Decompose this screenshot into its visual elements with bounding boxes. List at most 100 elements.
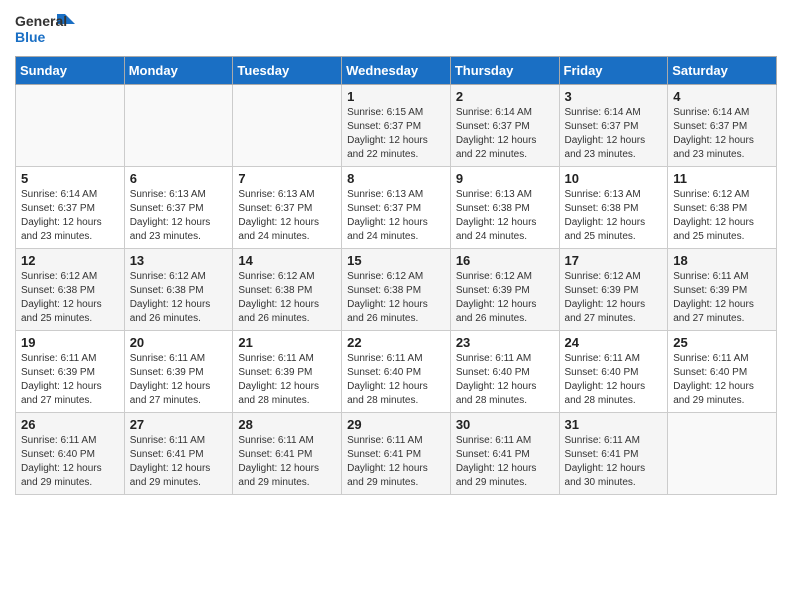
calendar-cell: 11 Sunrise: 6:12 AM Sunset: 6:38 PM Dayli… bbox=[668, 167, 777, 249]
day-info: Sunrise: 6:11 AM Sunset: 6:40 PM Dayligh… bbox=[347, 352, 445, 408]
day-info: Sunrise: 6:11 AM Sunset: 6:40 PM Dayligh… bbox=[456, 352, 554, 408]
week-row-5: 26 Sunrise: 6:11 AM Sunset: 6:40 PM Dayli… bbox=[16, 413, 777, 495]
calendar-cell: 10Sunrise: 6:13 AM Sunset: 6:38 PM Dayli… bbox=[559, 167, 668, 249]
calendar-cell: 14Sunrise: 6:12 AM Sunset: 6:38 PM Dayli… bbox=[233, 249, 342, 331]
calendar-cell: 13 Sunrise: 6:12 AM Sunset: 6:38 PM Dayli… bbox=[124, 249, 233, 331]
calendar-cell: 7 Sunrise: 6:13 AM Sunset: 6:37 PM Daylig… bbox=[233, 167, 342, 249]
day-info: Sunrise: 6:13 AM Sunset: 6:37 PM Dayligh… bbox=[238, 188, 336, 244]
day-number: 12 bbox=[21, 253, 119, 268]
calendar-cell: 29 Sunrise: 6:11 AM Sunset: 6:41 PM Dayli… bbox=[342, 413, 451, 495]
day-info: Sunrise: 6:13 AM Sunset: 6:38 PM Dayligh… bbox=[565, 188, 663, 244]
calendar-cell: 5 Sunrise: 6:14 AM Sunset: 6:37 PM Daylig… bbox=[16, 167, 125, 249]
day-info: Sunrise: 6:11 AM Sunset: 6:41 PM Dayligh… bbox=[456, 434, 554, 490]
week-row-1: 1Sunrise: 6:15 AM Sunset: 6:37 PM Daylig… bbox=[16, 85, 777, 167]
calendar-cell: 17 Sunrise: 6:12 AM Sunset: 6:39 PM Dayli… bbox=[559, 249, 668, 331]
calendar-cell: 25Sunrise: 6:11 AM Sunset: 6:40 PM Dayli… bbox=[668, 331, 777, 413]
calendar-cell: 9Sunrise: 6:13 AM Sunset: 6:38 PM Daylig… bbox=[450, 167, 559, 249]
calendar-cell: 24Sunrise: 6:11 AM Sunset: 6:40 PM Dayli… bbox=[559, 331, 668, 413]
day-number: 27 bbox=[130, 417, 228, 432]
calendar-cell: 31Sunrise: 6:11 AM Sunset: 6:41 PM Dayli… bbox=[559, 413, 668, 495]
calendar-cell: 15 Sunrise: 6:12 AM Sunset: 6:38 PM Dayli… bbox=[342, 249, 451, 331]
day-info: Sunrise: 6:13 AM Sunset: 6:37 PM Dayligh… bbox=[347, 188, 445, 244]
calendar-cell: 26 Sunrise: 6:11 AM Sunset: 6:40 PM Dayli… bbox=[16, 413, 125, 495]
day-number: 18 bbox=[673, 253, 771, 268]
day-info: Sunrise: 6:12 AM Sunset: 6:38 PM Dayligh… bbox=[238, 270, 336, 326]
calendar-cell: 28Sunrise: 6:11 AM Sunset: 6:41 PM Dayli… bbox=[233, 413, 342, 495]
calendar-cell: 23 Sunrise: 6:11 AM Sunset: 6:40 PM Dayli… bbox=[450, 331, 559, 413]
day-number: 29 bbox=[347, 417, 445, 432]
weekday-header-friday: Friday bbox=[559, 57, 668, 85]
week-row-2: 5 Sunrise: 6:14 AM Sunset: 6:37 PM Daylig… bbox=[16, 167, 777, 249]
calendar-cell bbox=[16, 85, 125, 167]
logo: GeneralBlue bbox=[15, 10, 75, 48]
weekday-header-thursday: Thursday bbox=[450, 57, 559, 85]
week-row-4: 19 Sunrise: 6:11 AM Sunset: 6:39 PM Dayli… bbox=[16, 331, 777, 413]
day-number: 13 bbox=[130, 253, 228, 268]
day-number: 5 bbox=[21, 171, 119, 186]
day-number: 6 bbox=[130, 171, 228, 186]
day-info: Sunrise: 6:11 AM Sunset: 6:40 PM Dayligh… bbox=[673, 352, 771, 408]
day-number: 24 bbox=[565, 335, 663, 350]
calendar-cell: 20 Sunrise: 6:11 AM Sunset: 6:39 PM Dayli… bbox=[124, 331, 233, 413]
day-info: Sunrise: 6:11 AM Sunset: 6:41 PM Dayligh… bbox=[238, 434, 336, 490]
weekday-header-saturday: Saturday bbox=[668, 57, 777, 85]
day-info: Sunrise: 6:11 AM Sunset: 6:39 PM Dayligh… bbox=[130, 352, 228, 408]
calendar-cell: 21Sunrise: 6:11 AM Sunset: 6:39 PM Dayli… bbox=[233, 331, 342, 413]
calendar-cell bbox=[668, 413, 777, 495]
day-number: 31 bbox=[565, 417, 663, 432]
day-info: Sunrise: 6:11 AM Sunset: 6:41 PM Dayligh… bbox=[347, 434, 445, 490]
calendar-cell: 19 Sunrise: 6:11 AM Sunset: 6:39 PM Dayli… bbox=[16, 331, 125, 413]
day-info: Sunrise: 6:14 AM Sunset: 6:37 PM Dayligh… bbox=[565, 106, 663, 162]
calendar-cell: 22 Sunrise: 6:11 AM Sunset: 6:40 PM Dayli… bbox=[342, 331, 451, 413]
day-info: Sunrise: 6:13 AM Sunset: 6:37 PM Dayligh… bbox=[130, 188, 228, 244]
calendar-cell bbox=[233, 85, 342, 167]
calendar-cell: 8 Sunrise: 6:13 AM Sunset: 6:37 PM Daylig… bbox=[342, 167, 451, 249]
svg-text:General: General bbox=[15, 13, 67, 29]
calendar-cell bbox=[124, 85, 233, 167]
weekday-header-monday: Monday bbox=[124, 57, 233, 85]
calendar-cell: 1Sunrise: 6:15 AM Sunset: 6:37 PM Daylig… bbox=[342, 85, 451, 167]
day-number: 7 bbox=[238, 171, 336, 186]
day-info: Sunrise: 6:14 AM Sunset: 6:37 PM Dayligh… bbox=[21, 188, 119, 244]
day-number: 1 bbox=[347, 89, 445, 104]
day-number: 4 bbox=[673, 89, 771, 104]
day-info: Sunrise: 6:11 AM Sunset: 6:39 PM Dayligh… bbox=[673, 270, 771, 326]
calendar-cell: 4Sunrise: 6:14 AM Sunset: 6:37 PM Daylig… bbox=[668, 85, 777, 167]
week-row-3: 12 Sunrise: 6:12 AM Sunset: 6:38 PM Dayli… bbox=[16, 249, 777, 331]
day-info: Sunrise: 6:12 AM Sunset: 6:39 PM Dayligh… bbox=[565, 270, 663, 326]
calendar-cell: 2 Sunrise: 6:14 AM Sunset: 6:37 PM Daylig… bbox=[450, 85, 559, 167]
day-info: Sunrise: 6:14 AM Sunset: 6:37 PM Dayligh… bbox=[456, 106, 554, 162]
day-number: 3 bbox=[565, 89, 663, 104]
day-number: 15 bbox=[347, 253, 445, 268]
day-info: Sunrise: 6:12 AM Sunset: 6:38 PM Dayligh… bbox=[130, 270, 228, 326]
logo-svg: GeneralBlue bbox=[15, 10, 75, 48]
day-number: 17 bbox=[565, 253, 663, 268]
day-number: 22 bbox=[347, 335, 445, 350]
calendar-table: SundayMondayTuesdayWednesdayThursdayFrid… bbox=[15, 56, 777, 495]
day-number: 11 bbox=[673, 171, 771, 186]
day-number: 20 bbox=[130, 335, 228, 350]
day-info: Sunrise: 6:11 AM Sunset: 6:40 PM Dayligh… bbox=[21, 434, 119, 490]
day-info: Sunrise: 6:12 AM Sunset: 6:38 PM Dayligh… bbox=[347, 270, 445, 326]
page: GeneralBlue SundayMondayTuesdayWednesday… bbox=[0, 0, 792, 612]
day-number: 23 bbox=[456, 335, 554, 350]
day-number: 30 bbox=[456, 417, 554, 432]
weekday-header-wednesday: Wednesday bbox=[342, 57, 451, 85]
day-number: 2 bbox=[456, 89, 554, 104]
day-number: 26 bbox=[21, 417, 119, 432]
day-info: Sunrise: 6:11 AM Sunset: 6:41 PM Dayligh… bbox=[130, 434, 228, 490]
day-number: 19 bbox=[21, 335, 119, 350]
calendar-cell: 30 Sunrise: 6:11 AM Sunset: 6:41 PM Dayli… bbox=[450, 413, 559, 495]
day-info: Sunrise: 6:11 AM Sunset: 6:39 PM Dayligh… bbox=[21, 352, 119, 408]
day-number: 8 bbox=[347, 171, 445, 186]
calendar-cell: 27 Sunrise: 6:11 AM Sunset: 6:41 PM Dayli… bbox=[124, 413, 233, 495]
svg-text:Blue: Blue bbox=[15, 29, 46, 45]
day-number: 16 bbox=[456, 253, 554, 268]
day-info: Sunrise: 6:11 AM Sunset: 6:39 PM Dayligh… bbox=[238, 352, 336, 408]
calendar-cell: 6 Sunrise: 6:13 AM Sunset: 6:37 PM Daylig… bbox=[124, 167, 233, 249]
calendar-cell: 12 Sunrise: 6:12 AM Sunset: 6:38 PM Dayli… bbox=[16, 249, 125, 331]
calendar-cell: 18 Sunrise: 6:11 AM Sunset: 6:39 PM Dayli… bbox=[668, 249, 777, 331]
day-info: Sunrise: 6:12 AM Sunset: 6:38 PM Dayligh… bbox=[673, 188, 771, 244]
day-info: Sunrise: 6:13 AM Sunset: 6:38 PM Dayligh… bbox=[456, 188, 554, 244]
day-info: Sunrise: 6:12 AM Sunset: 6:38 PM Dayligh… bbox=[21, 270, 119, 326]
